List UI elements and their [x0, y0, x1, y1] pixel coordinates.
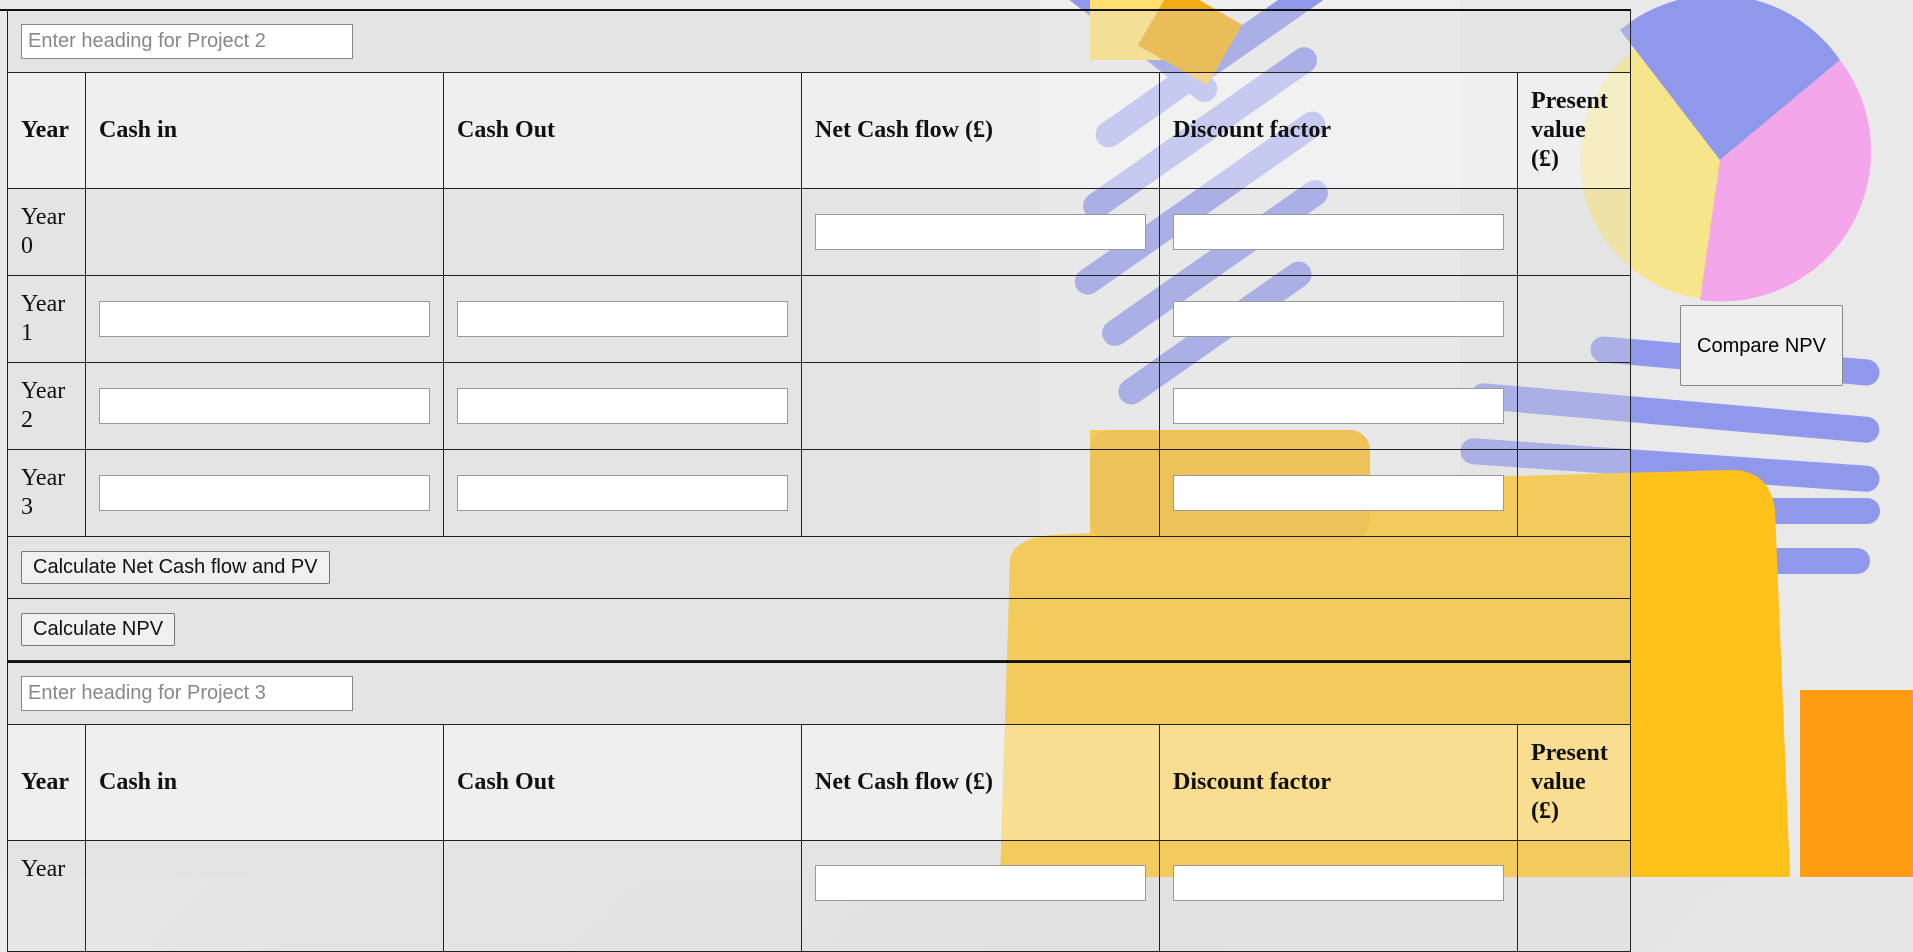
table-row: Year — [7, 840, 1632, 952]
cash-out-input[interactable] — [457, 475, 788, 511]
col-header-cash-out: Cash Out — [443, 724, 802, 841]
table-row: Year 0 — [7, 188, 1632, 276]
discount-factor-cell — [1159, 188, 1518, 276]
cash-in-input[interactable] — [99, 475, 430, 511]
cash-out-cell — [443, 449, 802, 537]
table-row: Year 2 — [7, 362, 1632, 450]
discount-factor-input[interactable] — [1173, 214, 1504, 250]
present-value-cell — [1516, 275, 1632, 363]
cash-out-cell — [443, 275, 802, 363]
compare-npv-button[interactable]: Compare NPV — [1680, 305, 1843, 386]
present-value-cell — [1516, 449, 1632, 537]
project3-table: Year Cash in Cash Out Net Cash flow (£) … — [6, 661, 1632, 952]
calculate-npv-button[interactable]: Calculate NPV — [21, 613, 176, 646]
cash-out-input[interactable] — [457, 388, 788, 424]
top-border — [0, 9, 1631, 11]
present-value-cell — [1516, 188, 1632, 276]
discount-factor-input[interactable] — [1173, 475, 1504, 511]
year-label: Year — [7, 840, 86, 952]
cash-out-cell — [443, 840, 802, 952]
col-header-discount-factor: Discount factor — [1159, 724, 1518, 841]
net-cash-flow-cell — [801, 275, 1160, 363]
cash-in-cell — [85, 449, 444, 537]
discount-factor-input[interactable] — [1173, 865, 1504, 901]
calculate-net-cash-flow-button[interactable]: Calculate Net Cash flow and PV — [21, 551, 330, 584]
net-cash-flow-cell — [801, 188, 1160, 276]
cash-out-cell — [443, 362, 802, 450]
cash-in-input[interactable] — [99, 301, 430, 337]
net-cash-flow-cell — [801, 449, 1160, 537]
project3-heading-cell — [6, 661, 1632, 725]
year-label: Year 3 — [7, 449, 86, 537]
col-header-cash-in: Cash in — [85, 72, 444, 189]
discount-factor-cell — [1159, 840, 1518, 952]
year-label: Year 2 — [7, 362, 86, 450]
discount-factor-cell — [1159, 449, 1518, 537]
col-header-present-value: Present value (£) — [1516, 724, 1632, 841]
col-header-net-cash-flow: Net Cash flow (£) — [801, 724, 1160, 841]
calc-cashflow-cell: Calculate Net Cash flow and PV — [6, 536, 1632, 599]
col-header-year: Year — [7, 72, 86, 189]
table-row: Year 1 — [7, 275, 1632, 363]
col-header-discount-factor: Discount factor — [1159, 72, 1518, 189]
projects-container: Year Cash in Cash Out Net Cash flow (£) … — [6, 10, 1632, 952]
calc-npv-cell: Calculate NPV — [6, 598, 1632, 661]
discount-factor-cell — [1159, 362, 1518, 450]
cash-in-cell — [85, 275, 444, 363]
table-row: Year 3 — [7, 449, 1632, 537]
cash-in-cell — [85, 840, 444, 952]
present-value-cell — [1516, 362, 1632, 450]
col-header-cash-in: Cash in — [85, 724, 444, 841]
net-cash-flow-input[interactable] — [815, 865, 1146, 901]
year-label: Year 0 — [7, 188, 86, 276]
discount-factor-input[interactable] — [1173, 388, 1504, 424]
year-label: Year 1 — [7, 275, 86, 363]
cash-in-cell — [85, 362, 444, 450]
net-cash-flow-cell — [801, 362, 1160, 450]
net-cash-flow-input[interactable] — [815, 214, 1146, 250]
project2-table: Year Cash in Cash Out Net Cash flow (£) … — [6, 10, 1632, 661]
present-value-cell — [1516, 840, 1632, 952]
net-cash-flow-cell — [801, 840, 1160, 952]
col-header-cash-out: Cash Out — [443, 72, 802, 189]
col-header-year: Year — [7, 724, 86, 841]
discount-factor-cell — [1159, 275, 1518, 363]
col-header-present-value: Present value (£) — [1516, 72, 1632, 189]
project2-heading-cell — [6, 10, 1632, 73]
cash-out-cell — [443, 188, 802, 276]
cash-out-input[interactable] — [457, 301, 788, 337]
col-header-net-cash-flow: Net Cash flow (£) — [801, 72, 1160, 189]
project2-heading-input[interactable] — [21, 24, 353, 59]
project3-heading-input[interactable] — [21, 676, 353, 711]
discount-factor-input[interactable] — [1173, 301, 1504, 337]
cash-in-input[interactable] — [99, 388, 430, 424]
cash-in-cell — [85, 188, 444, 276]
